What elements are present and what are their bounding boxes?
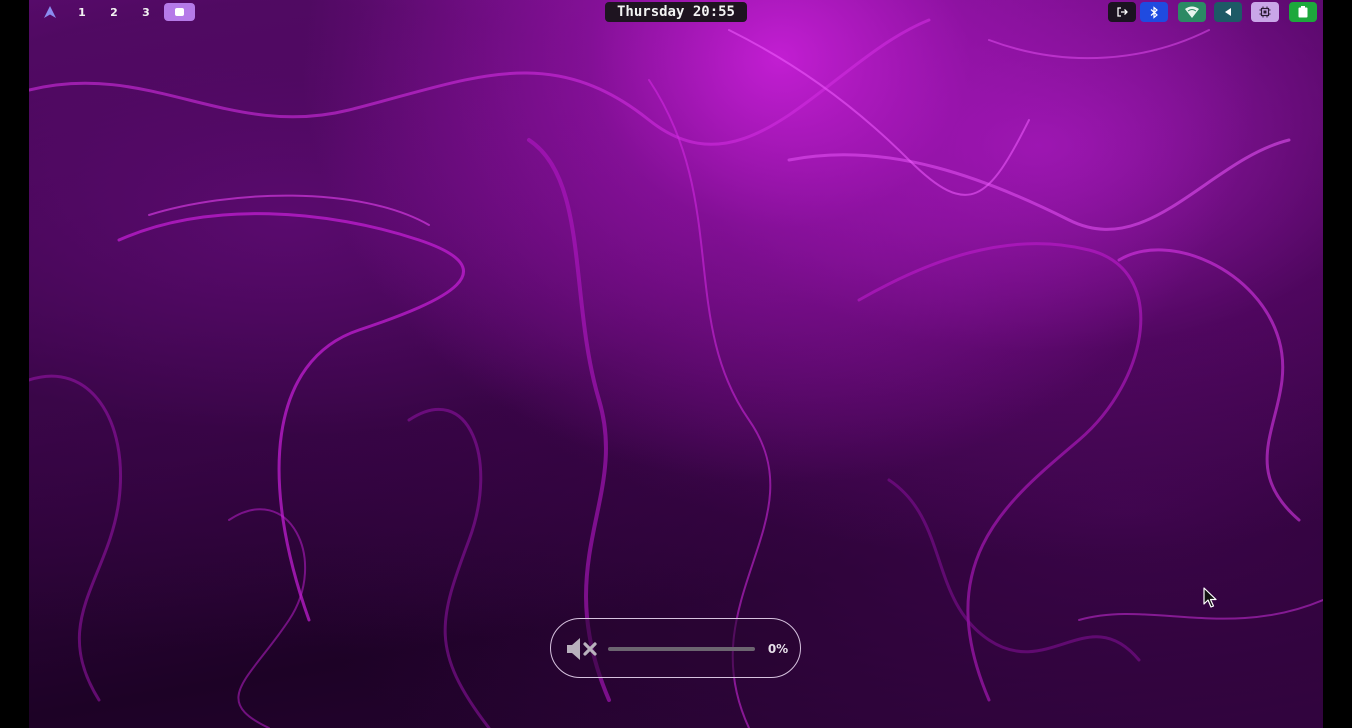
volume-osd: 0% <box>550 618 801 678</box>
bluetooth-icon <box>1150 5 1158 19</box>
volume-slider[interactable] <box>608 647 755 651</box>
volume-muted-icon <box>1225 8 1231 16</box>
cpu-button[interactable] <box>1251 2 1279 22</box>
bluetooth-button[interactable] <box>1140 2 1168 22</box>
desktop-screen: 1 2 3 Thursday 20:55 0% <box>0 0 1352 728</box>
volume-button[interactable] <box>1214 2 1242 22</box>
battery-button[interactable] <box>1289 2 1317 22</box>
mouse-cursor-icon <box>1203 587 1217 608</box>
wifi-button[interactable] <box>1178 2 1206 22</box>
volume-percentage: 0% <box>767 642 789 656</box>
battery-icon <box>1298 6 1308 18</box>
clock[interactable]: Thursday 20:55 <box>605 2 747 22</box>
workspace-3-button[interactable]: 3 <box>137 3 155 21</box>
active-workspace-button[interactable] <box>164 3 195 21</box>
logout-icon <box>1117 7 1128 17</box>
cpu-icon <box>1259 6 1271 18</box>
workspace-2-button[interactable]: 2 <box>105 3 123 21</box>
volume-muted-icon <box>567 638 597 660</box>
active-workspace-square-icon <box>175 8 184 16</box>
workspace-1-button[interactable]: 1 <box>73 3 91 21</box>
arch-linux-logo-icon[interactable] <box>41 3 59 21</box>
wifi-icon <box>1185 6 1199 18</box>
logout-button[interactable] <box>1108 2 1136 22</box>
